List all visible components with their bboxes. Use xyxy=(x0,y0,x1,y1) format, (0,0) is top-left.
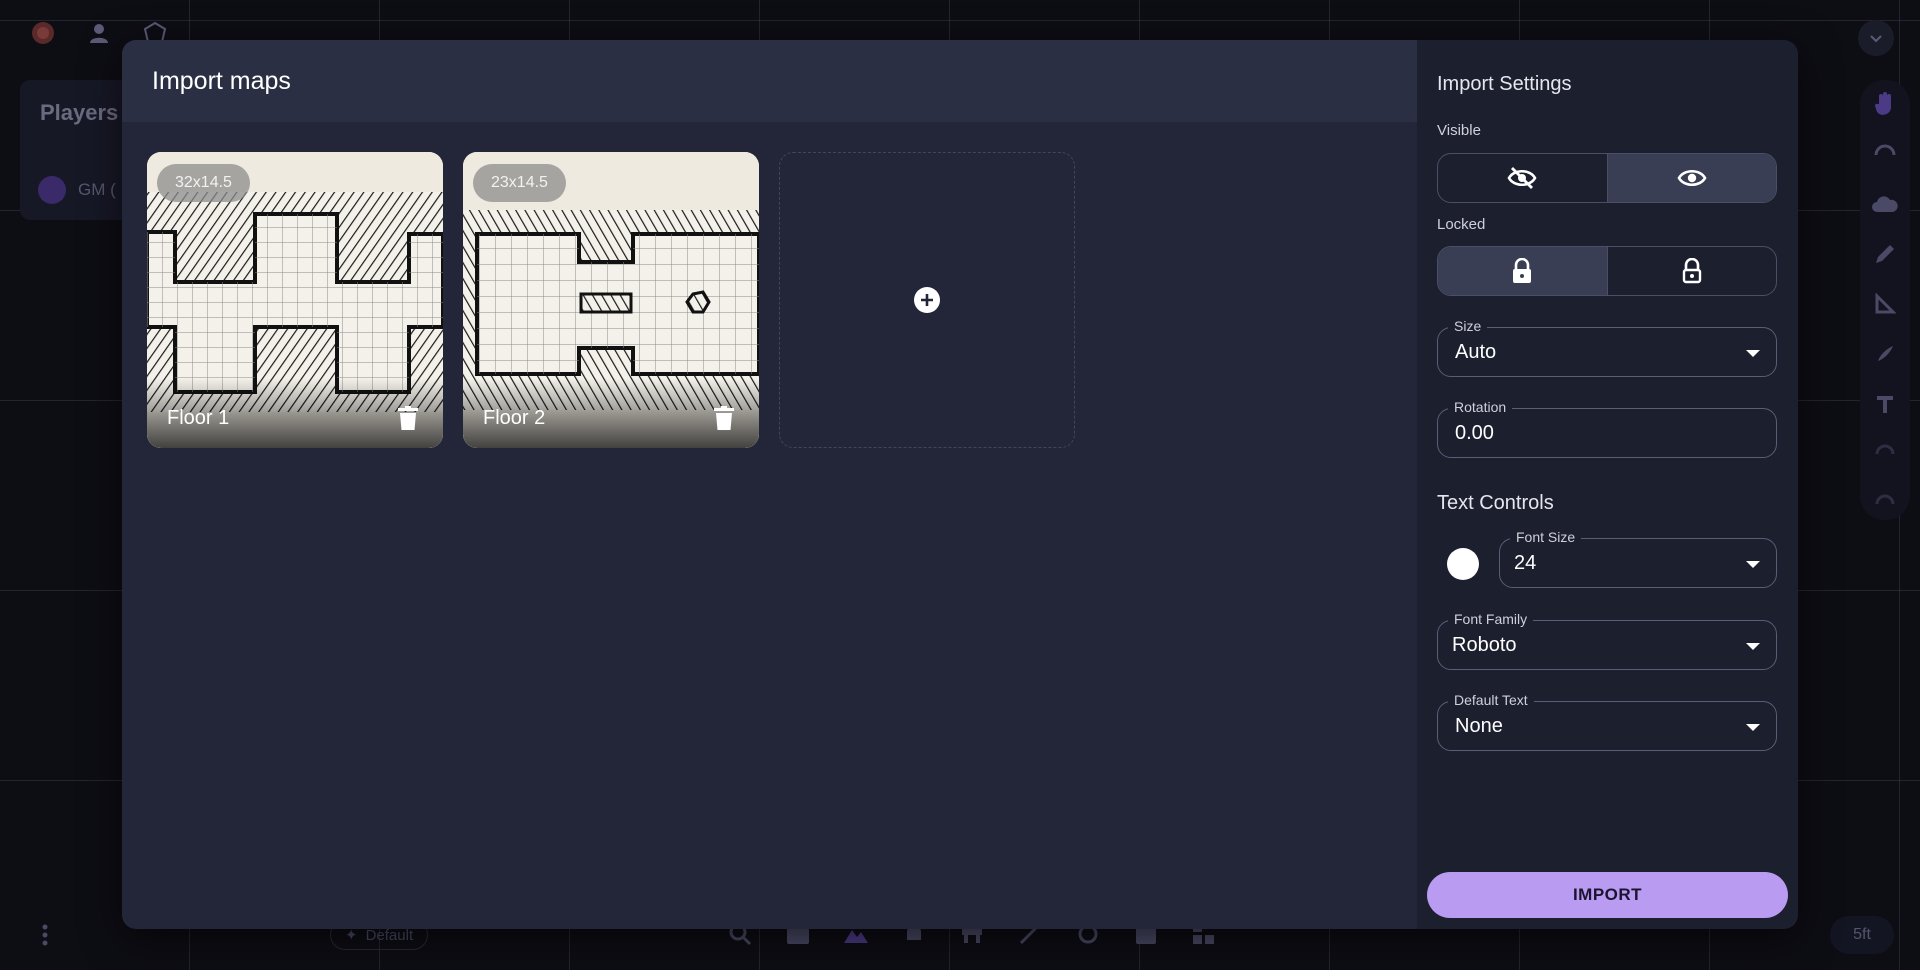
dialog-title: Import maps xyxy=(152,66,291,95)
grid-scale-chip[interactable]: 5ft xyxy=(1830,916,1894,954)
text-tool-icon[interactable] xyxy=(1868,388,1902,420)
trash-icon[interactable] xyxy=(395,404,421,432)
brush-icon[interactable] xyxy=(1868,338,1902,370)
import-button[interactable]: IMPORT xyxy=(1427,872,1788,918)
player-color-dot xyxy=(38,176,66,204)
locked-toggle xyxy=(1437,246,1777,296)
map-name: Floor 2 xyxy=(483,407,546,429)
font-family-label: Font Family xyxy=(1448,611,1534,627)
font-family-select[interactable]: Font Family Roboto xyxy=(1437,611,1777,670)
more-menu-icon[interactable] xyxy=(30,920,60,950)
dialog-header: Import maps xyxy=(122,40,1417,122)
size-select[interactable]: Size Auto xyxy=(1437,318,1777,377)
import-settings-title: Import Settings xyxy=(1437,73,1572,95)
collapse-button[interactable] xyxy=(1858,20,1894,56)
font-family-value: Roboto xyxy=(1452,634,1517,656)
player-row[interactable]: GM ( xyxy=(38,176,116,204)
move-tool-icon[interactable] xyxy=(1868,88,1902,120)
visible-toggle xyxy=(1437,153,1777,203)
undo-icon[interactable] xyxy=(1868,438,1902,470)
font-size-label: Font Size xyxy=(1510,529,1582,545)
map-card-floor-2[interactable]: 23x14.5 Floor 2 xyxy=(463,152,759,448)
size-label: Size xyxy=(1448,318,1488,334)
ruler-icon[interactable] xyxy=(1868,288,1902,320)
hidden-eye-icon xyxy=(1507,167,1537,189)
lock-icon xyxy=(1513,258,1532,283)
import-maps-main: Import maps 32x14.5 Floor 1 23x14.5 Floo… xyxy=(122,40,1417,929)
players-title: Players xyxy=(40,100,119,125)
import-maps-dialog: Import maps 32x14.5 Floor 1 23x14.5 Floo… xyxy=(122,40,1798,929)
map-name: Floor 1 xyxy=(167,407,230,429)
locked-option[interactable] xyxy=(1438,247,1607,295)
right-toolbar xyxy=(1860,80,1910,520)
size-value: Auto xyxy=(1455,341,1497,363)
trash-icon[interactable] xyxy=(711,404,737,432)
default-text-label: Default Text xyxy=(1448,692,1534,708)
map-list: 32x14.5 Floor 1 23x14.5 Floor 2 xyxy=(147,152,1075,448)
fog-tool-icon[interactable] xyxy=(1868,138,1902,170)
font-size-value: 24 xyxy=(1514,552,1537,574)
text-controls-title: Text Controls xyxy=(1437,492,1554,514)
plus-circle-icon xyxy=(914,287,940,313)
rotation-label: Rotation xyxy=(1448,399,1513,415)
pencil-icon[interactable] xyxy=(1868,238,1902,270)
eye-icon xyxy=(1677,169,1707,187)
caret-down-icon xyxy=(1746,724,1760,731)
unlocked-option[interactable] xyxy=(1606,247,1777,295)
rotation-value: 0.00 xyxy=(1455,422,1494,444)
layer-chip-label: Default xyxy=(365,926,414,944)
import-settings-panel: Import Settings Visible Locked Size Auto… xyxy=(1417,40,1798,929)
player-name: GM ( xyxy=(78,180,116,199)
caret-down-icon xyxy=(1746,643,1760,650)
caret-down-icon xyxy=(1746,561,1760,568)
cloud-icon[interactable] xyxy=(1868,188,1902,220)
text-color-swatch[interactable] xyxy=(1447,548,1479,580)
visible-label: Visible xyxy=(1437,122,1481,139)
rotation-field[interactable]: Rotation 0.00 xyxy=(1437,399,1777,458)
visibility-visible-option[interactable] xyxy=(1606,154,1776,202)
font-size-select[interactable]: Font Size 24 xyxy=(1499,529,1777,588)
add-map-button[interactable] xyxy=(779,152,1075,448)
locked-label: Locked xyxy=(1437,216,1486,233)
map-size-badge: 23x14.5 xyxy=(473,164,566,202)
unlock-icon xyxy=(1682,258,1701,284)
chevron-down-icon xyxy=(1870,35,1882,43)
default-text-select[interactable]: Default Text None xyxy=(1437,692,1777,751)
caret-down-icon xyxy=(1746,350,1760,357)
logo-icon[interactable] xyxy=(30,20,56,46)
map-card-floor-1[interactable]: 32x14.5 Floor 1 xyxy=(147,152,443,448)
map-size-badge: 32x14.5 xyxy=(157,164,250,202)
players-icon[interactable] xyxy=(86,20,112,46)
redo-icon[interactable] xyxy=(1868,488,1902,520)
default-text-value: None xyxy=(1455,715,1503,737)
visibility-hidden-option[interactable] xyxy=(1438,154,1607,202)
